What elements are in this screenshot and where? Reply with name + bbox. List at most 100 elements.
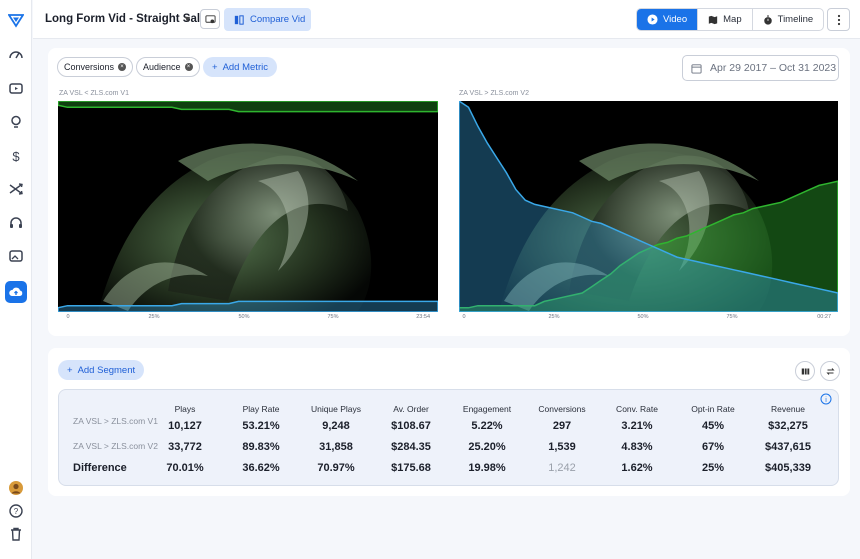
- chevron-down-icon[interactable]: ▼: [183, 14, 192, 24]
- add-segment-label: Add Segment: [77, 364, 136, 376]
- stopwatch-icon: [763, 14, 772, 25]
- column-header-play-rate[interactable]: Play Rate: [243, 404, 280, 414]
- help-icon[interactable]: ?: [5, 500, 27, 522]
- table-cell: 1,242: [548, 462, 576, 474]
- table-cell: 89.83%: [242, 441, 280, 453]
- table-cell: 36.62%: [242, 462, 280, 474]
- plus-icon: +: [212, 61, 218, 73]
- timeline-ticks-v1: 0 25% 50% 75% 23:54: [58, 314, 438, 324]
- row-label-v1: ZA VSL > ZLS.com V1: [73, 416, 158, 426]
- column-header-unique-plays[interactable]: Unique Plays: [311, 404, 361, 414]
- table-cell: 4.83%: [621, 441, 653, 453]
- logo-icon[interactable]: [5, 9, 27, 31]
- dashboard-icon[interactable]: [5, 44, 27, 66]
- dollar-icon[interactable]: $: [5, 145, 27, 167]
- table-cell: 53.21%: [242, 420, 280, 432]
- info-icon[interactable]: i: [820, 393, 832, 405]
- date-range-picker[interactable]: Apr 29 2017 – Oct 31 2023: [682, 55, 839, 81]
- compare-vid-button[interactable]: Compare Vid: [224, 8, 311, 31]
- metric-pill-label: Audience: [143, 62, 181, 72]
- table-cell: 1,539: [548, 441, 576, 453]
- tab-video[interactable]: Video: [637, 9, 698, 30]
- table-cell: 5.22%: [471, 420, 503, 432]
- compare-icon: [234, 14, 244, 25]
- avatar[interactable]: [5, 477, 27, 499]
- column-header-conversions[interactable]: Conversions: [538, 404, 585, 414]
- date-range-text: Apr 29 2017 – Oct 31 2023: [710, 62, 837, 74]
- compare-vid-label: Compare Vid: [250, 14, 306, 25]
- video-settings-button[interactable]: [200, 9, 220, 29]
- table-cell: 25.20%: [468, 441, 506, 453]
- tick-label: 23:54: [416, 314, 430, 320]
- video-player-v1[interactable]: [58, 101, 438, 312]
- table-cell: $437,615: [765, 441, 811, 453]
- video-frame-v2: [459, 101, 838, 312]
- video-settings-icon: [204, 14, 216, 23]
- table-cell: 45%: [701, 420, 725, 432]
- metric-pill-audience[interactable]: Audience ×: [136, 57, 200, 77]
- column-header-revenue[interactable]: Revenue: [771, 404, 805, 414]
- video-player-v2[interactable]: [459, 101, 838, 312]
- tick-label: 0: [66, 314, 70, 320]
- more-vertical-icon: [837, 14, 840, 25]
- video-icon[interactable]: [5, 77, 27, 99]
- table-cell: 297: [552, 420, 572, 432]
- video-frame-v1: [58, 101, 438, 312]
- trash-icon[interactable]: [5, 523, 27, 545]
- bulb-icon[interactable]: [5, 111, 27, 133]
- svg-text:$: $: [12, 149, 20, 164]
- column-header-conv-rate[interactable]: Conv. Rate: [616, 404, 658, 414]
- tick-label: 25%: [148, 314, 160, 320]
- tab-timeline[interactable]: Timeline: [751, 9, 824, 30]
- timeline-ticks-v2: 0 25% 50% 75% 00:27: [459, 314, 838, 324]
- tick-label: 25%: [548, 314, 560, 320]
- table-cell: $284.35: [391, 441, 431, 453]
- map-icon: [708, 15, 718, 24]
- table-cell: 3.21%: [621, 420, 653, 432]
- video-label-v1: ZA VSL < ZLS.com V1: [59, 90, 129, 97]
- table-cell: $32,275: [768, 420, 808, 432]
- row-label-v2: ZA VSL > ZLS.com V2: [73, 441, 158, 451]
- tick-label: 50%: [238, 314, 250, 320]
- tick-label: 75%: [726, 314, 738, 320]
- columns-button[interactable]: [795, 361, 815, 381]
- column-header-optin-rate[interactable]: Opt-in Rate: [691, 404, 734, 414]
- shuffle-icon[interactable]: [5, 178, 27, 200]
- table-cell: 31,858: [319, 441, 353, 453]
- tab-map-label: Map: [723, 14, 742, 25]
- swap-button[interactable]: [820, 361, 840, 381]
- video-label-v2: ZA VSL > ZLS.com V2: [459, 90, 529, 97]
- metric-pill-conversions[interactable]: Conversions ×: [57, 57, 134, 77]
- top-bar: Long Form Vid - Straight Sale ▼ Compare …: [33, 0, 860, 39]
- sidebar: $ ?: [0, 0, 32, 559]
- svg-text:i: i: [825, 397, 827, 404]
- tab-video-label: Video: [663, 14, 688, 25]
- calendar-icon: [691, 63, 702, 74]
- tick-label: 00:27: [817, 314, 831, 320]
- remove-icon[interactable]: ×: [184, 63, 193, 71]
- table-cell: $108.67: [391, 420, 431, 432]
- more-options-button[interactable]: [827, 8, 850, 31]
- table-cell: 67%: [701, 441, 725, 453]
- metric-pill-label: Conversions: [64, 62, 115, 72]
- table-cell: 1.62%: [621, 462, 653, 474]
- tick-label: 75%: [327, 314, 339, 320]
- image-icon[interactable]: [5, 245, 27, 267]
- table-cell: $175.68: [391, 462, 431, 474]
- play-icon: [647, 14, 658, 25]
- add-metric-button[interactable]: + Add Metric: [203, 57, 277, 77]
- remove-icon[interactable]: ×: [118, 63, 127, 71]
- column-header-engagement[interactable]: Engagement: [463, 404, 511, 414]
- add-segment-button[interactable]: + Add Segment: [58, 360, 145, 380]
- tab-map[interactable]: Map: [697, 9, 751, 30]
- table-cell: 25%: [701, 462, 725, 474]
- column-header-av-order[interactable]: Av. Order: [393, 404, 429, 414]
- table-cell: 9,248: [322, 420, 350, 432]
- table-cell: 10,127: [168, 420, 202, 432]
- svg-text:?: ?: [14, 507, 19, 516]
- upload-cloud-icon[interactable]: [5, 281, 27, 303]
- table-cell: 70.97%: [317, 462, 355, 474]
- column-header-plays[interactable]: Plays: [175, 404, 196, 414]
- headset-icon[interactable]: [5, 212, 27, 234]
- comparison-table: i Plays Play Rate Unique Plays Av. Order…: [58, 389, 839, 486]
